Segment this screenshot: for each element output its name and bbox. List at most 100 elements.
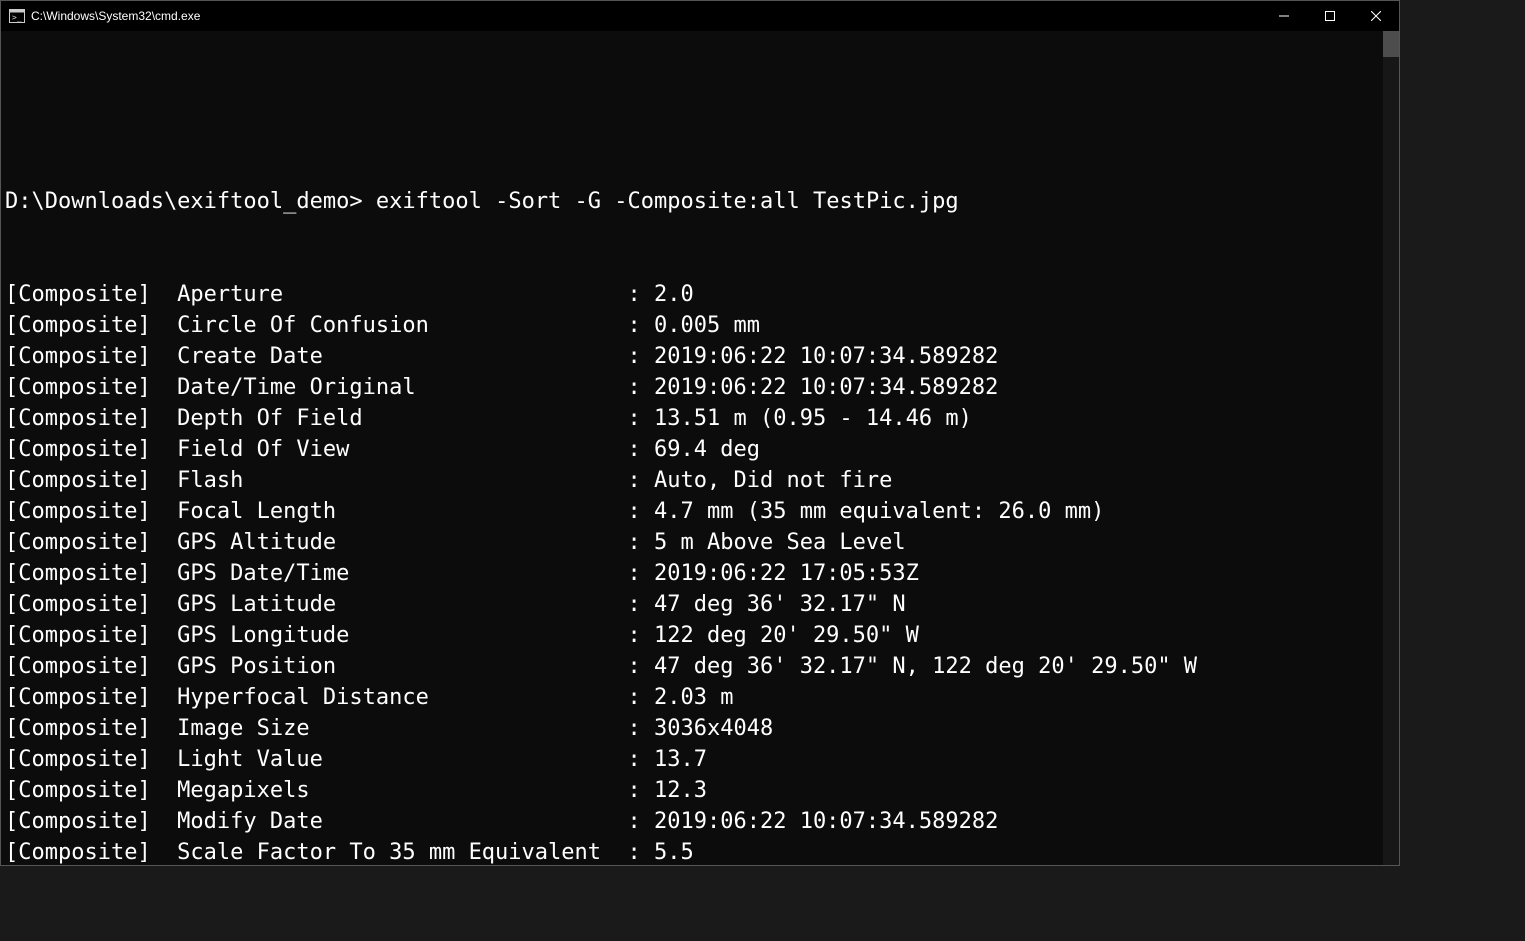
tag-name: Hyperfocal Distance	[177, 682, 627, 713]
tag-group: [Composite]	[5, 806, 177, 837]
tag-value: 0.005 mm	[654, 310, 760, 341]
output-row: [Composite] Field Of View : 69.4 deg	[5, 434, 1379, 465]
output-row: [Composite] Circle Of Confusion : 0.005 …	[5, 310, 1379, 341]
minimize-button[interactable]	[1261, 1, 1307, 31]
tag-value: 2019:06:22 10:07:34.589282	[654, 806, 998, 837]
separator: :	[628, 279, 655, 310]
tag-value: 12.3	[654, 775, 707, 806]
separator: :	[628, 527, 655, 558]
terminal-area: D:\Downloads\exiftool_demo> exiftool -So…	[1, 31, 1399, 865]
output-row: [Composite] Depth Of Field : 13.51 m (0.…	[5, 403, 1379, 434]
tag-value: 4.7 mm (35 mm equivalent: 26.0 mm)	[654, 496, 1104, 527]
tag-value: 2019:06:22 10:07:34.589282	[654, 341, 998, 372]
close-button[interactable]	[1353, 1, 1399, 31]
output-row: [Composite] Create Date : 2019:06:22 10:…	[5, 341, 1379, 372]
tag-name: GPS Date/Time	[177, 558, 627, 589]
tag-value: 3036x4048	[654, 713, 773, 744]
separator: :	[628, 403, 655, 434]
window-title: C:\Windows\System32\cmd.exe	[31, 9, 200, 23]
tag-group: [Composite]	[5, 589, 177, 620]
tag-name: Focal Length	[177, 496, 627, 527]
tag-group: [Composite]	[5, 620, 177, 651]
tag-name: Image Size	[177, 713, 627, 744]
tag-value: 122 deg 20' 29.50" W	[654, 620, 919, 651]
separator: :	[628, 651, 655, 682]
tag-name: Create Date	[177, 341, 627, 372]
tag-group: [Composite]	[5, 775, 177, 806]
separator: :	[628, 465, 655, 496]
tag-value: 2.0	[654, 279, 694, 310]
output-row: [Composite] GPS Position : 47 deg 36' 32…	[5, 651, 1379, 682]
scroll-thumb[interactable]	[1383, 31, 1399, 57]
tag-group: [Composite]	[5, 403, 177, 434]
separator: :	[628, 434, 655, 465]
tag-name: Depth Of Field	[177, 403, 627, 434]
tag-group: [Composite]	[5, 744, 177, 775]
tag-group: [Composite]	[5, 496, 177, 527]
command-line: D:\Downloads\exiftool_demo> exiftool -So…	[5, 186, 1379, 217]
tag-value: 2.03 m	[654, 682, 733, 713]
tag-name: Field Of View	[177, 434, 627, 465]
tag-value: 47 deg 36' 32.17" N, 122 deg 20' 29.50" …	[654, 651, 1197, 682]
tag-name: Scale Factor To 35 mm Equivalent	[177, 837, 627, 865]
terminal-output[interactable]: D:\Downloads\exiftool_demo> exiftool -So…	[1, 31, 1383, 865]
tag-name: GPS Latitude	[177, 589, 627, 620]
tag-group: [Composite]	[5, 372, 177, 403]
output-row: [Composite] Megapixels : 12.3	[5, 775, 1379, 806]
prompt: D:\Downloads\exiftool_demo>	[5, 189, 376, 214]
tag-value: 69.4 deg	[654, 434, 760, 465]
tag-group: [Composite]	[5, 434, 177, 465]
tag-value: Auto, Did not fire	[654, 465, 892, 496]
tag-value: 2019:06:22 10:07:34.589282	[654, 372, 998, 403]
tag-value: 5.5	[654, 837, 694, 865]
tag-group: [Composite]	[5, 837, 177, 865]
output-row: [Composite] Modify Date : 2019:06:22 10:…	[5, 806, 1379, 837]
separator: :	[628, 496, 655, 527]
separator: :	[628, 713, 655, 744]
tag-name: Light Value	[177, 744, 627, 775]
tag-value: 13.7	[654, 744, 707, 775]
separator: :	[628, 372, 655, 403]
output-row: [Composite] GPS Date/Time : 2019:06:22 1…	[5, 558, 1379, 589]
tag-value: 5 m Above Sea Level	[654, 527, 906, 558]
tag-name: Megapixels	[177, 775, 627, 806]
tag-group: [Composite]	[5, 713, 177, 744]
cmd-window: >_ C:\Windows\System32\cmd.exe D:\Downlo…	[0, 0, 1400, 866]
window-controls	[1261, 1, 1399, 31]
tag-value: 2019:06:22 17:05:53Z	[654, 558, 919, 589]
tag-name: Circle Of Confusion	[177, 310, 627, 341]
output-row: [Composite] Focal Length : 4.7 mm (35 mm…	[5, 496, 1379, 527]
tag-group: [Composite]	[5, 465, 177, 496]
separator: :	[628, 837, 655, 865]
tag-value: 47 deg 36' 32.17" N	[654, 589, 906, 620]
separator: :	[628, 589, 655, 620]
maximize-button[interactable]	[1307, 1, 1353, 31]
tag-group: [Composite]	[5, 651, 177, 682]
separator: :	[628, 310, 655, 341]
tag-group: [Composite]	[5, 682, 177, 713]
tag-name: Date/Time Original	[177, 372, 627, 403]
tag-value: 13.51 m (0.95 - 14.46 m)	[654, 403, 972, 434]
command-text: exiftool -Sort -G -Composite:all TestPic…	[376, 189, 959, 214]
output-row: [Composite] GPS Latitude : 47 deg 36' 32…	[5, 589, 1379, 620]
tag-group: [Composite]	[5, 310, 177, 341]
output-row: [Composite] Hyperfocal Distance : 2.03 m	[5, 682, 1379, 713]
vertical-scrollbar[interactable]	[1383, 31, 1399, 865]
separator: :	[628, 620, 655, 651]
separator: :	[628, 341, 655, 372]
titlebar[interactable]: >_ C:\Windows\System32\cmd.exe	[1, 1, 1399, 31]
cmd-icon: >_	[9, 8, 25, 24]
separator: :	[628, 682, 655, 713]
output-row: [Composite] Date/Time Original : 2019:06…	[5, 372, 1379, 403]
tag-group: [Composite]	[5, 527, 177, 558]
tag-group: [Composite]	[5, 341, 177, 372]
tag-group: [Composite]	[5, 279, 177, 310]
tag-name: Flash	[177, 465, 627, 496]
output-row: [Composite] GPS Longitude : 122 deg 20' …	[5, 620, 1379, 651]
output-row: [Composite] Light Value : 13.7	[5, 744, 1379, 775]
tag-group: [Composite]	[5, 558, 177, 589]
output-row: [Composite] Aperture : 2.0	[5, 279, 1379, 310]
output-row: [Composite] Scale Factor To 35 mm Equiva…	[5, 837, 1379, 865]
output-row: [Composite] Flash : Auto, Did not fire	[5, 465, 1379, 496]
blank-line	[5, 93, 1379, 124]
